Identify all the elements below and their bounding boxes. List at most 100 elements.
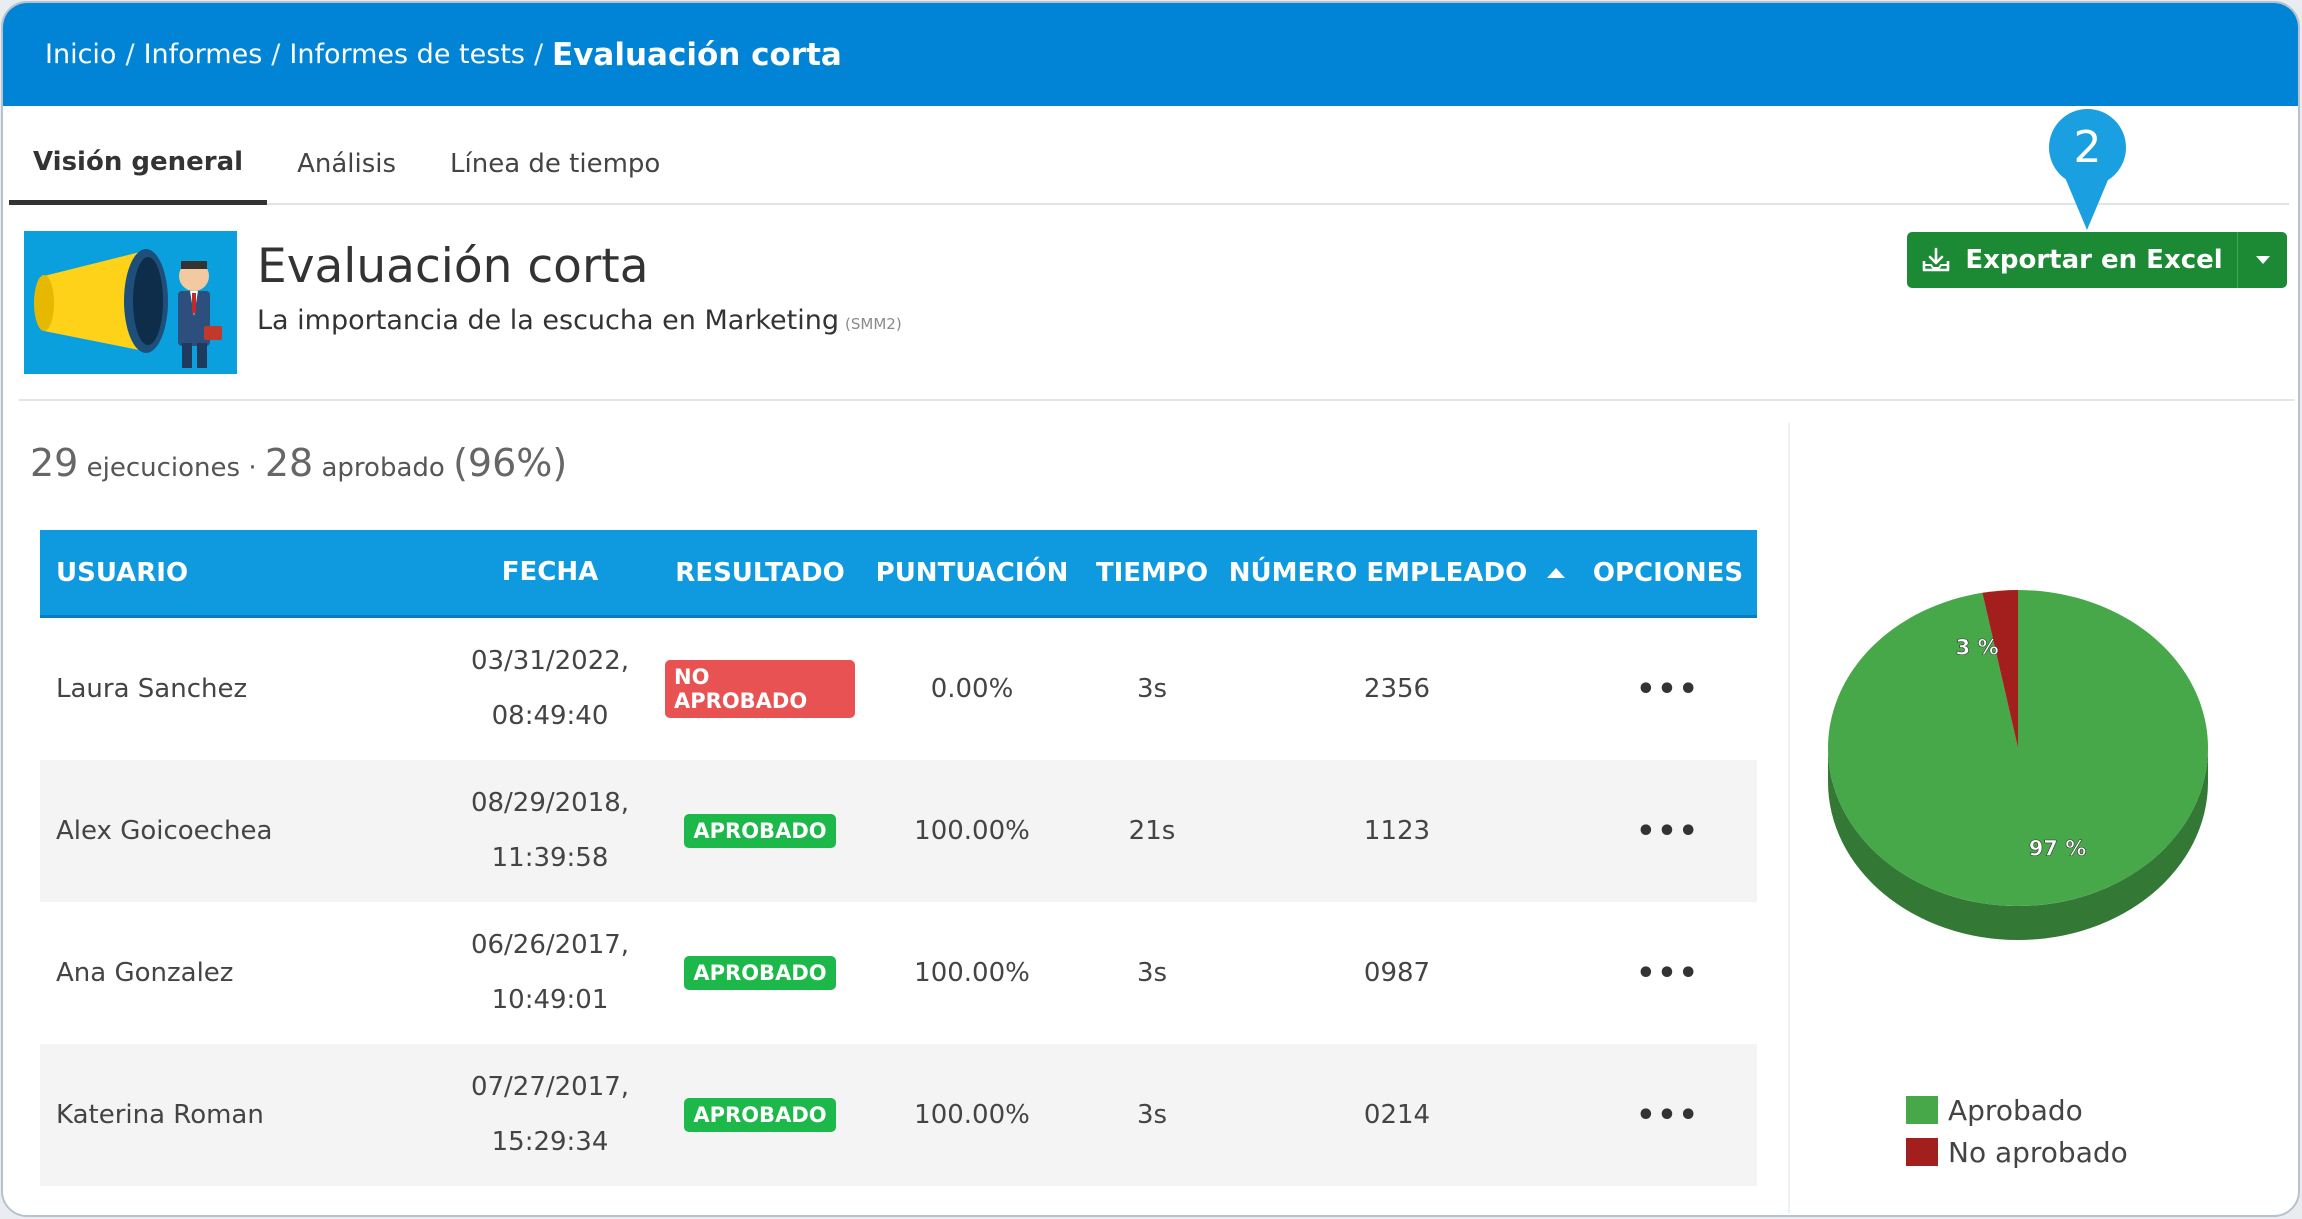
cell-employee: 2356	[1363, 674, 1431, 704]
breadcrumb-separator: /	[533, 39, 544, 70]
legend-swatch-no-aprobado	[1906, 1138, 1938, 1166]
results-table: USUARIO FECHA RESULTADO PUNTUACIÓN TIEMP…	[40, 530, 1757, 1186]
cell-user: Ana Gonzalez	[56, 958, 234, 988]
summary-dot: ·	[248, 453, 257, 483]
cell-date-day: 07/27/2017,	[470, 1072, 630, 1102]
more-options-icon[interactable]: •••	[1636, 956, 1700, 991]
export-excel-split-button: Exportar en Excel	[1907, 232, 2287, 288]
cell-score: 100.00%	[914, 958, 1030, 988]
breadcrumb-current: Evaluación corta	[552, 36, 842, 73]
megaphone-illustration-icon	[24, 231, 237, 374]
breadcrumb-separator: /	[271, 39, 281, 70]
cell-result: APROBADO	[665, 956, 855, 990]
breadcrumb-informes[interactable]: Informes	[144, 39, 263, 70]
status-badge-pass: APROBADO	[684, 814, 836, 848]
more-options-icon[interactable]: •••	[1636, 814, 1700, 849]
legend-label-no-aprobado: No aprobado	[1948, 1135, 2128, 1169]
cell-date: 08/29/2018, 11:39:58	[435, 776, 665, 886]
download-tray-icon	[1923, 247, 1950, 272]
legend-item-no-aprobado[interactable]: No aprobado	[1906, 1131, 2128, 1173]
legend-item-aprobado[interactable]: Aprobado	[1906, 1089, 2128, 1131]
header-bar: Inicio / Informes / Informes de tests / …	[3, 3, 2298, 106]
tab-analisis[interactable]: Análisis	[273, 123, 420, 205]
legend-swatch-aprobado	[1906, 1096, 1938, 1124]
cell-employee: 1123	[1363, 816, 1431, 846]
sort-ascending-icon	[1547, 567, 1566, 578]
pass-percent: (96%)	[453, 441, 568, 485]
column-header-employee[interactable]: NÚMERO EMPLEADO	[1215, 558, 1579, 588]
table-row: Ana Gonzalez 06/26/2017, 10:49:01 APROBAD…	[40, 902, 1757, 1044]
table-row: Laura Sanchez 03/31/2022, 08:49:40 NO APR…	[40, 618, 1757, 760]
pie-data-label: 3 %	[1956, 636, 1999, 660]
table-row: Katerina Roman 07/27/2017, 15:29:34 APROB…	[40, 1044, 1757, 1186]
cell-score: 100.00%	[914, 816, 1030, 846]
course-subtitle: La importancia de la escucha en Marketin…	[257, 305, 902, 336]
column-header-date[interactable]: FECHA	[435, 545, 665, 600]
cell-date-day: 08/29/2018,	[470, 788, 630, 818]
cell-time: 3s	[1136, 674, 1168, 704]
cell-score: 0.00%	[930, 674, 1014, 704]
cell-result: NO APROBADO	[665, 660, 855, 718]
cell-result: APROBADO	[665, 1098, 855, 1132]
course-subtitle-text: La importancia de la escucha en Marketin…	[257, 305, 840, 336]
cell-date-time: 08:49:40	[491, 701, 609, 731]
caret-down-icon	[2255, 256, 2270, 264]
cell-date-time: 15:29:34	[491, 1127, 609, 1157]
cell-date-day: 06/26/2017,	[470, 930, 630, 960]
cell-date: 06/26/2017, 10:49:01	[435, 918, 665, 1028]
app-window: Inicio / Informes / Informes de tests / …	[1, 1, 2300, 1217]
tab-vision-general[interactable]: Visión general	[9, 123, 268, 205]
cell-employee: 0987	[1363, 958, 1431, 988]
cell-time: 3s	[1136, 1100, 1168, 1130]
cell-date-time: 10:49:01	[491, 985, 609, 1015]
status-badge-pass: APROBADO	[684, 956, 836, 990]
cell-user: Katerina Roman	[56, 1100, 264, 1130]
table-row: Alex Goicoechea 08/29/2018, 11:39:58 APRO…	[40, 760, 1757, 902]
cell-options: •••	[1579, 814, 1757, 849]
column-header-employee-label: NÚMERO EMPLEADO	[1228, 557, 1528, 588]
tab-linea-de-tiempo[interactable]: Línea de tiempo	[426, 123, 684, 205]
vertical-divider	[1788, 423, 1790, 1213]
cell-options: •••	[1579, 672, 1757, 707]
course-title: Evaluación corta	[257, 239, 649, 294]
breadcrumb-informes-de-tests[interactable]: Informes de tests	[289, 39, 525, 70]
callout-marker: 2	[2049, 109, 2126, 186]
results-summary: 29 ejecuciones · 28 aprobado (96%)	[30, 441, 567, 485]
cell-score: 100.00%	[914, 1100, 1030, 1130]
column-header-result[interactable]: RESULTADO	[665, 558, 855, 588]
cell-date-time: 11:39:58	[491, 843, 609, 873]
cell-user: Laura Sanchez	[56, 674, 248, 704]
more-options-icon[interactable]: •••	[1636, 1098, 1700, 1133]
export-excel-button[interactable]: Exportar en Excel	[1907, 232, 2237, 288]
cell-options: •••	[1579, 1098, 1757, 1133]
export-excel-label: Exportar en Excel	[1965, 245, 2223, 275]
cell-date: 07/27/2017, 15:29:34	[435, 1060, 665, 1170]
results-pie-chart: 97 % 3 %	[1828, 590, 2208, 940]
executions-count: 29	[30, 441, 79, 485]
cell-date: 03/31/2022, 08:49:40	[435, 634, 665, 744]
export-options-dropdown[interactable]	[2237, 232, 2287, 288]
divider	[19, 399, 2294, 401]
more-options-icon[interactable]: •••	[1636, 672, 1700, 707]
status-badge-fail: NO APROBADO	[665, 660, 855, 718]
chart-legend: Aprobado No aprobado	[1906, 1089, 2128, 1173]
cell-date-day: 03/31/2022,	[470, 646, 630, 676]
cell-time: 3s	[1136, 958, 1168, 988]
status-badge-pass: APROBADO	[684, 1098, 836, 1132]
cell-employee: 0214	[1363, 1100, 1431, 1130]
table-header: USUARIO FECHA RESULTADO PUNTUACIÓN TIEMP…	[40, 530, 1757, 618]
tab-bar: Visión general Análisis Línea de tiempo	[9, 123, 2289, 205]
breadcrumb-inicio[interactable]: Inicio	[45, 39, 116, 70]
executions-label: ejecuciones	[86, 453, 241, 483]
cell-time: 21s	[1128, 816, 1176, 846]
passed-count: 28	[264, 441, 314, 485]
course-thumbnail	[24, 231, 237, 374]
legend-label-aprobado: Aprobado	[1948, 1093, 2083, 1127]
column-header-options: OPCIONES	[1592, 557, 1744, 588]
cell-options: •••	[1579, 956, 1757, 991]
column-header-time[interactable]: TIEMPO	[1089, 558, 1215, 588]
column-header-user[interactable]: USUARIO	[40, 558, 435, 588]
passed-label: aprobado	[321, 453, 445, 483]
course-code: (SMM2)	[845, 315, 902, 333]
column-header-score[interactable]: PUNTUACIÓN	[855, 558, 1089, 588]
